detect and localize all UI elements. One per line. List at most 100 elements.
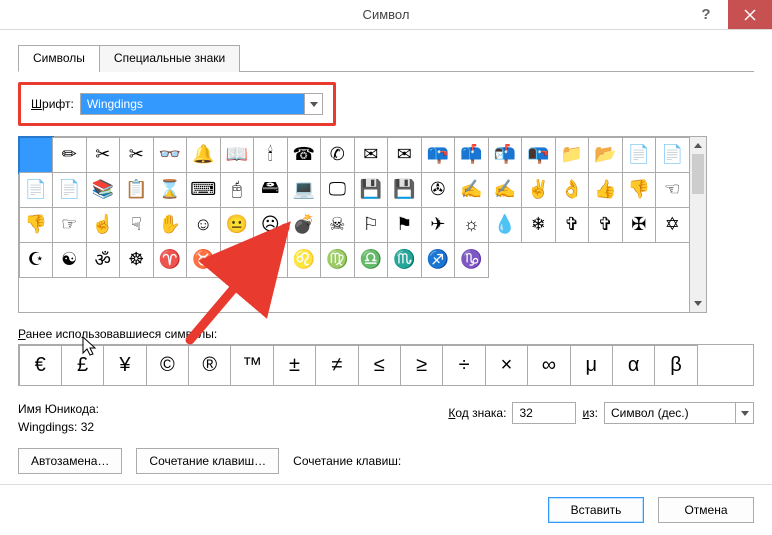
- recent-cell[interactable]: £: [61, 345, 104, 386]
- symbol-cell[interactable]: 🔔: [186, 137, 221, 173]
- symbol-cell[interactable]: ❄: [521, 207, 556, 243]
- symbol-cell[interactable]: ✉: [387, 137, 422, 173]
- symbol-cell[interactable]: 👎: [19, 207, 54, 243]
- symbol-cell[interactable]: ✉: [354, 137, 389, 173]
- recent-cell[interactable]: ×: [485, 345, 528, 386]
- symbol-cell[interactable]: ☹: [253, 207, 288, 243]
- symbol-cell[interactable]: 📄: [622, 137, 657, 173]
- symbol-cell[interactable]: ♑: [454, 242, 489, 278]
- symbol-cell[interactable]: 🖵: [320, 172, 355, 208]
- symbol-cell[interactable]: ☞: [52, 207, 87, 243]
- symbol-cell[interactable]: 📖: [220, 137, 255, 173]
- scroll-thumb[interactable]: [692, 154, 704, 194]
- symbol-cell[interactable]: 💾: [387, 172, 422, 208]
- tab-symbols[interactable]: Символы: [18, 45, 100, 72]
- tab-special[interactable]: Специальные знаки: [99, 45, 240, 72]
- symbol-cell[interactable]: ♉: [186, 242, 221, 278]
- symbol-cell[interactable]: ☺: [186, 207, 221, 243]
- recent-cell[interactable]: ≥: [400, 345, 443, 386]
- from-select[interactable]: Символ (дес.): [604, 402, 754, 424]
- symbol-cell[interactable]: ✏: [52, 137, 87, 173]
- symbol-cell[interactable]: ☝: [86, 207, 121, 243]
- symbol-cell[interactable]: 👓: [153, 137, 188, 173]
- symbol-cell[interactable]: 🕯: [253, 137, 288, 173]
- symbol-cell[interactable]: 🖴: [253, 172, 288, 208]
- recent-cell[interactable]: β: [654, 345, 697, 386]
- symbol-cell[interactable]: ✍: [454, 172, 489, 208]
- recent-cell[interactable]: ¥: [103, 345, 146, 386]
- recent-cell[interactable]: μ: [570, 345, 613, 386]
- symbol-cell[interactable]: ☼: [454, 207, 489, 243]
- symbol-cell[interactable]: 😐: [220, 207, 255, 243]
- symbol-cell[interactable]: ॐ: [86, 242, 121, 278]
- symbol-cell[interactable]: 📂: [588, 137, 623, 173]
- recent-cell[interactable]: ∞: [527, 345, 570, 386]
- autocorrect-button[interactable]: Автозамена…: [18, 448, 122, 474]
- symbol-cell[interactable]: ✇: [421, 172, 456, 208]
- insert-button[interactable]: Вставить: [548, 497, 644, 523]
- symbol-cell[interactable]: ✞: [588, 207, 623, 243]
- scroll-down-button[interactable]: [690, 295, 706, 312]
- symbol-cell[interactable]: 📬: [488, 137, 523, 173]
- close-button[interactable]: [728, 0, 772, 29]
- symbol-cell[interactable]: ☟: [119, 207, 154, 243]
- symbol-cell[interactable]: ☯: [52, 242, 87, 278]
- help-button[interactable]: ?: [684, 0, 728, 29]
- symbol-cell[interactable]: ♌: [287, 242, 322, 278]
- symbol-cell[interactable]: 📫: [454, 137, 489, 173]
- symbol-cell[interactable]: ✠: [622, 207, 657, 243]
- symbol-cell[interactable]: ♋: [253, 242, 288, 278]
- recent-cell[interactable]: ≠: [315, 345, 358, 386]
- symbol-cell[interactable]: ⌛: [153, 172, 188, 208]
- symbol-cell[interactable]: 👌: [555, 172, 590, 208]
- symbol-cell[interactable]: ☸: [119, 242, 154, 278]
- symbol-cell[interactable]: ☠: [320, 207, 355, 243]
- recent-cell[interactable]: ≤: [358, 345, 401, 386]
- symbol-cell[interactable]: 📄: [52, 172, 87, 208]
- symbol-cell[interactable]: 📋: [119, 172, 154, 208]
- symbol-cell[interactable]: ♈: [153, 242, 188, 278]
- symbol-cell[interactable]: 📄: [655, 137, 690, 173]
- symbol-cell[interactable]: ✞: [555, 207, 590, 243]
- symbol-cell[interactable]: 👎: [622, 172, 657, 208]
- symbol-cell[interactable]: ♏: [387, 242, 422, 278]
- recent-cell[interactable]: ™: [230, 345, 273, 386]
- symbol-cell[interactable]: 📭: [521, 137, 556, 173]
- cancel-button[interactable]: Отмена: [658, 497, 754, 523]
- recent-cell[interactable]: ±: [273, 345, 316, 386]
- recent-cell[interactable]: ÷: [442, 345, 485, 386]
- scroll-track[interactable]: [690, 154, 706, 295]
- symbol-cell[interactable]: ✍: [488, 172, 523, 208]
- symbol-cell[interactable]: ✂: [119, 137, 154, 173]
- symbol-cell[interactable]: ♐: [421, 242, 456, 278]
- symbol-cell[interactable]: 🖰: [220, 172, 255, 208]
- symbol-cell[interactable]: 📪: [421, 137, 456, 173]
- symbol-cell[interactable]: 💾: [354, 172, 389, 208]
- symbol-cell[interactable]: 👍: [588, 172, 623, 208]
- symbol-cell[interactable]: ✌: [521, 172, 556, 208]
- symbol-cell[interactable]: ✋: [153, 207, 188, 243]
- symbol-cell[interactable]: ✂: [86, 137, 121, 173]
- recent-cell[interactable]: α: [612, 345, 655, 386]
- symbol-cell[interactable]: ☪: [19, 242, 54, 278]
- symbol-cell[interactable]: ♊: [220, 242, 255, 278]
- symbol-cell[interactable]: 📁: [555, 137, 590, 173]
- symbol-cell[interactable]: ⚐: [354, 207, 389, 243]
- symbol-cell[interactable]: ⌨: [186, 172, 221, 208]
- symbol-cell[interactable]: 📄: [19, 172, 54, 208]
- symbol-cell[interactable]: ☎: [287, 137, 322, 173]
- shortcut-button[interactable]: Сочетание клавиш…: [136, 448, 279, 474]
- symbol-cell[interactable]: ✡: [655, 207, 690, 243]
- symbol-cell[interactable]: 💻: [287, 172, 322, 208]
- symbol-cell[interactable]: 💣: [287, 207, 322, 243]
- symbol-cell[interactable]: ✈: [421, 207, 456, 243]
- symbol-cell[interactable]: 💧: [488, 207, 523, 243]
- recent-cell[interactable]: €: [19, 345, 62, 386]
- scroll-up-button[interactable]: [690, 137, 706, 154]
- symbol-cell[interactable]: [19, 137, 54, 173]
- recent-cell[interactable]: ©: [146, 345, 189, 386]
- symbol-cell[interactable]: ♎: [354, 242, 389, 278]
- font-select[interactable]: Wingdings: [80, 93, 323, 115]
- symbol-cell[interactable]: ♍: [320, 242, 355, 278]
- symbol-cell[interactable]: ☜: [655, 172, 690, 208]
